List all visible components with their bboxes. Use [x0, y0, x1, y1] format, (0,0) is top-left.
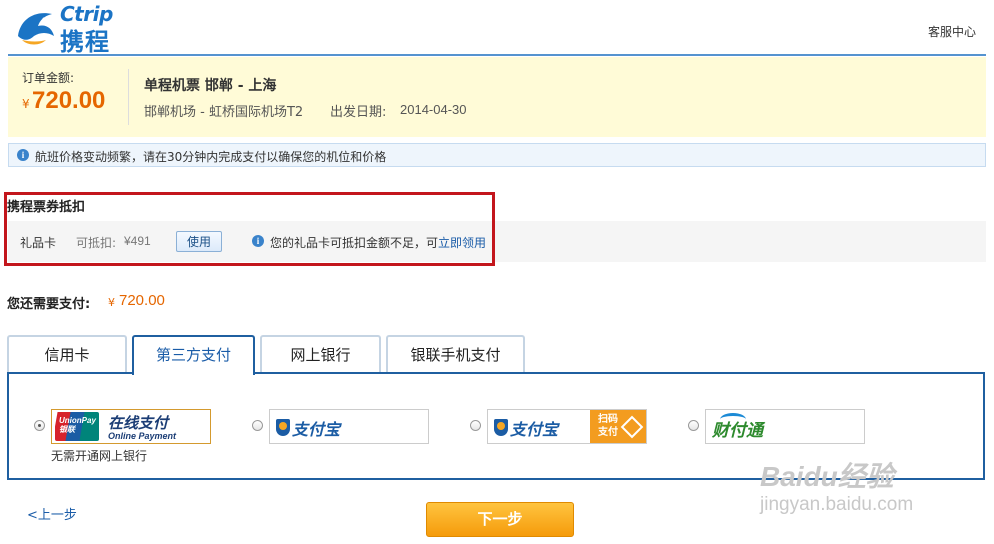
dolphin-logo-icon	[18, 13, 54, 45]
order-amount: 720.00	[32, 87, 106, 114]
unionpay-title: 在线支付	[108, 414, 169, 432]
remaining-payment-label: 您还需要支付:	[7, 297, 91, 312]
baidu-watermark: Baidu经验	[760, 461, 894, 492]
order-amount-label: 订单金额:	[22, 71, 75, 85]
unionpay-radio[interactable]	[34, 420, 45, 431]
tab-online-banking[interactable]: 网上银行	[260, 335, 381, 373]
unionpay-logo-icon: UnionPay 银联	[55, 412, 99, 441]
tenpay-option[interactable]: 财付通	[705, 409, 865, 444]
alipay-scan-logo-text: 支付宝	[510, 420, 559, 439]
next-step-button[interactable]: 下一步	[426, 502, 574, 537]
alipay-option[interactable]: 支付宝	[269, 409, 429, 444]
tab-unionpay-mobile[interactable]: 银联手机支付	[386, 335, 525, 373]
tab-third-party-payment[interactable]: 第三方支付	[132, 335, 255, 375]
flight-title: 单程机票 邯郸 - 上海	[144, 78, 277, 94]
info-icon: i	[17, 149, 29, 161]
logo-chinese-name: 携程	[60, 28, 110, 56]
price-notice: i 航班价格变动频繁，请在30分钟内完成支付以确保您的机位和价格	[8, 143, 986, 167]
alipay-shield-icon	[276, 419, 290, 436]
scan-pay-badge: 扫码支付	[590, 410, 646, 443]
customer-service-link[interactable]: 客服中心	[928, 23, 976, 40]
alipay-radio[interactable]	[252, 420, 263, 431]
remaining-amount: 720.00	[119, 292, 165, 309]
order-summary: 订单金额: ¥ 720.00 单程机票 邯郸 - 上海 邯郸机场 - 虹桥国际机…	[8, 57, 986, 137]
alipay-logo-text: 支付宝	[292, 420, 341, 439]
alipay-shield-icon	[494, 419, 508, 436]
unionpay-logo-text: UnionPay 银联	[59, 416, 96, 434]
tab-credit-card[interactable]: 信用卡	[7, 335, 127, 373]
departure-date-label: 出发日期:	[330, 105, 387, 120]
previous-step-link[interactable]: <上一步	[27, 504, 77, 523]
flight-route: 邯郸机场 - 虹桥国际机场T2	[144, 105, 304, 120]
notice-text: 航班价格变动频繁，请在30分钟内完成支付以确保您的机位和价格	[35, 150, 387, 164]
watermark-url: jingyan.baidu.com	[760, 494, 914, 515]
tenpay-logo-text: 财付通	[712, 421, 763, 441]
departure-date: 2014-04-30	[400, 102, 467, 117]
voucher-highlight-frame	[4, 192, 495, 266]
tenpay-radio[interactable]	[688, 420, 699, 431]
order-divider	[128, 69, 129, 125]
ctrip-logo[interactable]: Ctrip 携程	[14, 2, 132, 56]
remaining-currency-symbol: ¥	[108, 296, 115, 309]
unionpay-caption: 无需开通网上银行	[51, 449, 148, 463]
alipay-scan-option[interactable]: 支付宝 扫码支付	[487, 409, 647, 444]
alipay-scan-radio[interactable]	[470, 420, 481, 431]
unionpay-online-option[interactable]: UnionPay 银联 在线支付 Online Payment	[51, 409, 211, 444]
order-currency-symbol: ¥	[22, 97, 30, 111]
header-divider	[8, 54, 986, 56]
unionpay-subtitle: Online Payment	[108, 431, 177, 441]
